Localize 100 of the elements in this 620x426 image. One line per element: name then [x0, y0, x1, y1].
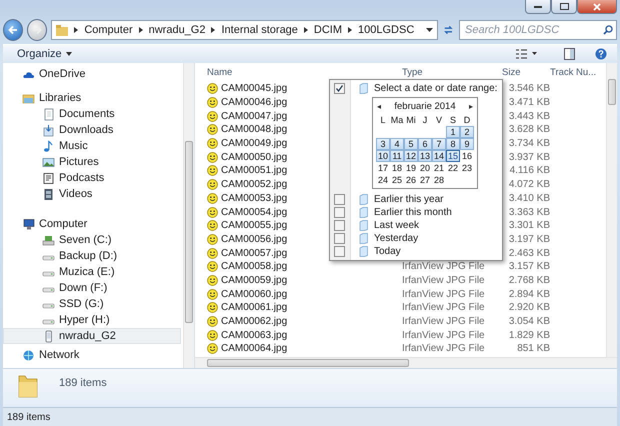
maximize-button[interactable]	[551, 0, 577, 14]
nav-item[interactable]: OneDrive	[3, 66, 181, 82]
nav-item[interactable]: Videos	[3, 186, 181, 202]
nav-item[interactable]: Documents	[3, 106, 181, 122]
minimize-button[interactable]	[525, 0, 551, 14]
calendar-day[interactable]: 5	[404, 138, 418, 150]
nav-item[interactable]: Down (F:)	[3, 280, 181, 296]
file-name[interactable]: CAM00062.jpg	[207, 316, 402, 328]
breadcrumb[interactable]: Computer	[84, 24, 133, 36]
calendar-day[interactable]: 3	[376, 138, 390, 150]
breadcrumb[interactable]: Internal storage	[221, 24, 298, 36]
breadcrumb[interactable]: 100LGDSC	[358, 24, 414, 36]
film-icon	[42, 188, 55, 200]
breadcrumb[interactable]: DCIM	[314, 24, 342, 36]
calendar-day[interactable]: 20	[418, 162, 432, 174]
filter-option[interactable]: Last week	[374, 220, 420, 231]
file-name[interactable]: CAM00060.jpg	[207, 288, 402, 300]
filter-option[interactable]: Yesterday	[374, 233, 418, 244]
previous-month-button[interactable]: ◂	[377, 102, 381, 110]
file-name[interactable]: CAM00059.jpg	[207, 274, 402, 286]
file-name[interactable]: CAM00058.jpg	[207, 261, 402, 272]
calendar-day[interactable]: 8	[446, 138, 460, 150]
checkbox[interactable]	[334, 207, 345, 218]
calendar-day[interactable]: 21	[432, 162, 446, 174]
calendar-day[interactable]: 19	[404, 162, 418, 174]
nav-item[interactable]: Seven (C:)	[3, 232, 181, 248]
calendar-day[interactable]: 27	[418, 174, 432, 186]
calendar-day[interactable]: 18	[390, 162, 404, 174]
calendar-day[interactable]: 14	[432, 150, 446, 162]
smiley-face-icon	[207, 330, 218, 341]
column-header[interactable]: Track Nu...	[550, 67, 606, 78]
calendar-day[interactable]: 15	[446, 150, 460, 162]
calendar-day[interactable]: 28	[432, 174, 446, 186]
nav-item[interactable]: Music	[3, 138, 181, 154]
file-name[interactable]: CAM00064.jpg	[207, 343, 402, 354]
breadcrumb[interactable]: nwradu_G2	[148, 24, 206, 36]
scrollbar[interactable]	[606, 63, 617, 357]
calendar-day[interactable]: 12	[404, 150, 418, 162]
calendar-day[interactable]: 10	[376, 150, 390, 162]
calendar-day[interactable]: 6	[418, 138, 432, 150]
nav-item[interactable]: nwradu_G2	[3, 328, 181, 344]
refresh-icon[interactable]	[442, 23, 455, 37]
view-options-icon[interactable]	[516, 49, 538, 59]
filter-option[interactable]: Earlier this month	[374, 207, 452, 218]
column-header[interactable]: Size	[502, 67, 550, 78]
nav-item[interactable]: SSD (G:)	[3, 296, 181, 312]
next-month-button[interactable]: ▸	[469, 102, 473, 110]
checkbox[interactable]	[334, 83, 345, 94]
close-button[interactable]	[577, 0, 617, 14]
column-header[interactable]: Name	[207, 67, 402, 78]
calendar-day[interactable]: 9	[460, 138, 474, 150]
back-button[interactable]	[3, 19, 24, 41]
checkbox[interactable]	[334, 220, 345, 231]
music-note-icon	[42, 140, 55, 152]
file-size: 3.197 KB	[508, 234, 550, 245]
nav-item[interactable]: Backup (D:)	[3, 248, 181, 264]
nav-item[interactable]: Podcasts	[3, 170, 181, 186]
calendar-day[interactable]: 7	[432, 138, 446, 150]
file-name[interactable]: CAM00048.jpg	[207, 124, 402, 136]
nav-item[interactable]: Computer	[3, 216, 181, 232]
smiley-face-icon	[207, 248, 218, 259]
file-size: 3.471 KB	[508, 97, 550, 108]
checkbox[interactable]	[334, 194, 345, 205]
nav-item[interactable]: Muzica (E:)	[3, 264, 181, 280]
preview-pane-icon[interactable]	[564, 48, 575, 60]
help-icon[interactable]	[595, 48, 607, 60]
nav-item[interactable]: Hyper (H:)	[3, 312, 181, 328]
calendar-day[interactable]: 26	[404, 174, 418, 186]
filter-option[interactable]: Earlier this year	[374, 194, 444, 205]
calendar-day[interactable]: 16	[460, 150, 474, 162]
organize-button[interactable]: Organize	[15, 48, 74, 60]
file-name[interactable]: CAM00063.jpg	[207, 330, 402, 341]
file-name[interactable]: CAM00061.jpg	[207, 302, 402, 314]
calendar-day[interactable]: 22	[446, 162, 460, 174]
calendar-day[interactable]: 24	[376, 174, 390, 186]
calendar-day[interactable]: 4	[390, 138, 404, 150]
nav-item[interactable]: Pictures	[3, 154, 181, 170]
nav-item[interactable]: Downloads	[3, 122, 181, 138]
forward-button[interactable]	[27, 19, 48, 41]
calendar-day[interactable]: 17	[376, 162, 390, 174]
column-header[interactable]: Type	[402, 67, 502, 78]
scrollbar[interactable]	[183, 63, 194, 368]
checkbox[interactable]	[334, 246, 345, 257]
calendar-icon	[359, 207, 368, 218]
filter-option[interactable]: Select a date or date range:	[374, 83, 498, 94]
calendar-day[interactable]: 23	[460, 162, 474, 174]
checkbox[interactable]	[334, 233, 345, 244]
nav-item[interactable]: Libraries	[3, 90, 181, 106]
filter-option[interactable]: Today	[374, 246, 401, 257]
horizontal-scrollbar[interactable]	[195, 357, 617, 368]
calendar-day[interactable]: 11	[390, 150, 404, 162]
calendar-day[interactable]: 1	[446, 126, 460, 138]
calendar-day[interactable]: 25	[390, 174, 404, 186]
calendar-day[interactable]: 13	[418, 150, 432, 162]
search-field[interactable]: Search 100LGDSC	[459, 20, 617, 40]
nav-item[interactable]: Network	[3, 347, 181, 363]
dropdown-caret-icon[interactable]	[426, 28, 434, 32]
calendar-day[interactable]: 2	[460, 126, 474, 138]
address-bar[interactable]: Computer nwradu_G2 Internal storage DCIM 100LGDSC	[51, 20, 438, 40]
smiley-face-icon	[207, 192, 218, 204]
